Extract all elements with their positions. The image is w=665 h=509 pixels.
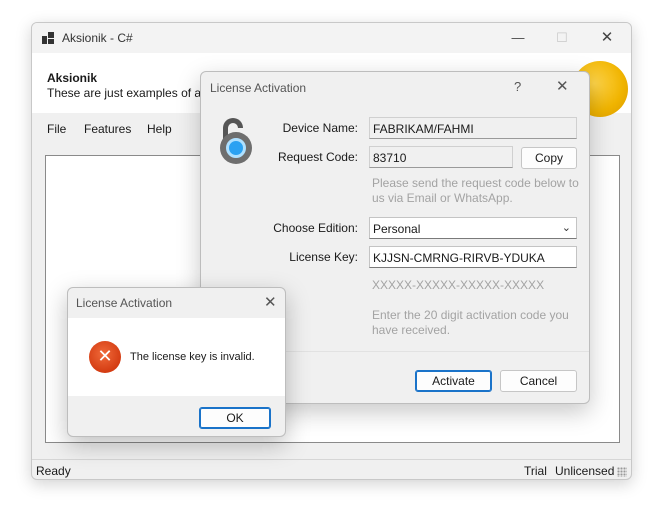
close-button[interactable]: ✕ xyxy=(595,27,619,49)
error-message-box: License Activation ✕ ✕ The license key i… xyxy=(67,287,286,437)
header-title: Aksionik xyxy=(47,71,98,85)
help-button[interactable]: ? xyxy=(514,79,521,94)
menu-help[interactable]: Help xyxy=(147,122,172,136)
menu-file[interactable]: File xyxy=(47,122,66,136)
license-dialog-close-button[interactable]: ✕ xyxy=(556,77,569,95)
key-hint-line2: have received. xyxy=(372,323,451,337)
request-hint-line1: Please send the request code below to xyxy=(372,176,579,190)
error-icon: ✕ xyxy=(89,341,121,373)
activate-button[interactable]: Activate xyxy=(415,370,492,392)
device-name-label: Device Name: xyxy=(282,121,358,135)
error-message: The license key is invalid. xyxy=(130,351,255,363)
license-dialog-title: License Activation xyxy=(210,81,307,95)
request-code-field[interactable]: 83710 xyxy=(369,146,513,168)
window-title: Aksionik - C# xyxy=(62,31,133,45)
maximize-button[interactable]: ☐ xyxy=(550,27,574,49)
minimize-button[interactable]: — xyxy=(506,27,530,49)
request-hint-line2: us via Email or WhatsApp. xyxy=(372,191,513,205)
header-subtitle: These are just examples of ap xyxy=(47,86,208,100)
key-hint-line1: Enter the 20 digit activation code you xyxy=(372,308,569,322)
status-trial: Trial xyxy=(524,464,547,478)
error-box-close-button[interactable]: ✕ xyxy=(264,293,277,311)
ok-button[interactable]: OK xyxy=(199,407,271,429)
status-bar: Ready Trial Unlicensed xyxy=(32,459,631,479)
key-format-hint: XXXXX-XXXXX-XXXXX-XXXXX xyxy=(372,278,545,292)
resize-grip[interactable] xyxy=(617,467,627,477)
cancel-button[interactable]: Cancel xyxy=(500,370,577,392)
edition-select[interactable]: Personal ⌄ xyxy=(369,217,577,239)
status-license: Unlicensed xyxy=(555,464,615,478)
request-code-label: Request Code: xyxy=(277,150,358,164)
copy-button[interactable]: Copy xyxy=(521,147,577,169)
status-ready: Ready xyxy=(36,464,71,478)
license-dialog-titlebar[interactable]: License Activation ? ✕ xyxy=(201,72,589,104)
chevron-down-icon: ⌄ xyxy=(561,222,571,234)
license-key-input[interactable]: KJJSN-CMRNG-RIRVB-YDUKA xyxy=(369,246,577,268)
license-key-label: License Key: xyxy=(289,250,358,264)
device-name-field[interactable]: FABRIKAM/FAHMI xyxy=(369,117,577,139)
app-icon xyxy=(42,32,54,44)
menu-features[interactable]: Features xyxy=(84,122,131,136)
edition-selected-value: Personal xyxy=(373,222,421,236)
error-box-body: ✕ The license key is invalid. xyxy=(68,318,285,396)
edition-label: Choose Edition: xyxy=(273,221,358,235)
main-titlebar[interactable]: Aksionik - C# — ☐ ✕ xyxy=(32,23,631,53)
error-box-title: License Activation xyxy=(76,296,173,310)
error-box-titlebar[interactable]: License Activation ✕ xyxy=(68,288,285,318)
